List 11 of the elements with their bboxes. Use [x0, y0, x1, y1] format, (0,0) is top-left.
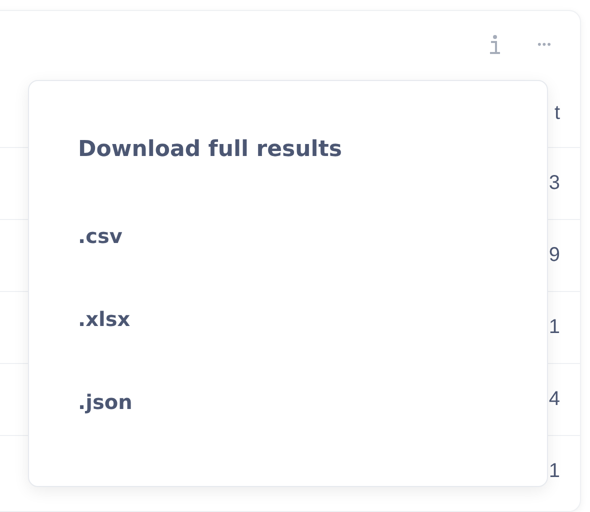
format-option[interactable]: .json	[78, 389, 132, 415]
column-header: t	[554, 102, 560, 124]
menu-title: Download full results	[78, 137, 342, 163]
format-option[interactable]: .xlsx	[78, 306, 130, 332]
info-icon[interactable]	[489, 34, 502, 56]
table-cell: 3	[548, 172, 560, 195]
table-cell: 1	[548, 460, 560, 483]
table-cell: 1	[548, 316, 560, 339]
format-option[interactable]: .csv	[78, 223, 122, 249]
table-cell: 4	[548, 388, 560, 411]
table-cell: 9	[548, 244, 560, 267]
